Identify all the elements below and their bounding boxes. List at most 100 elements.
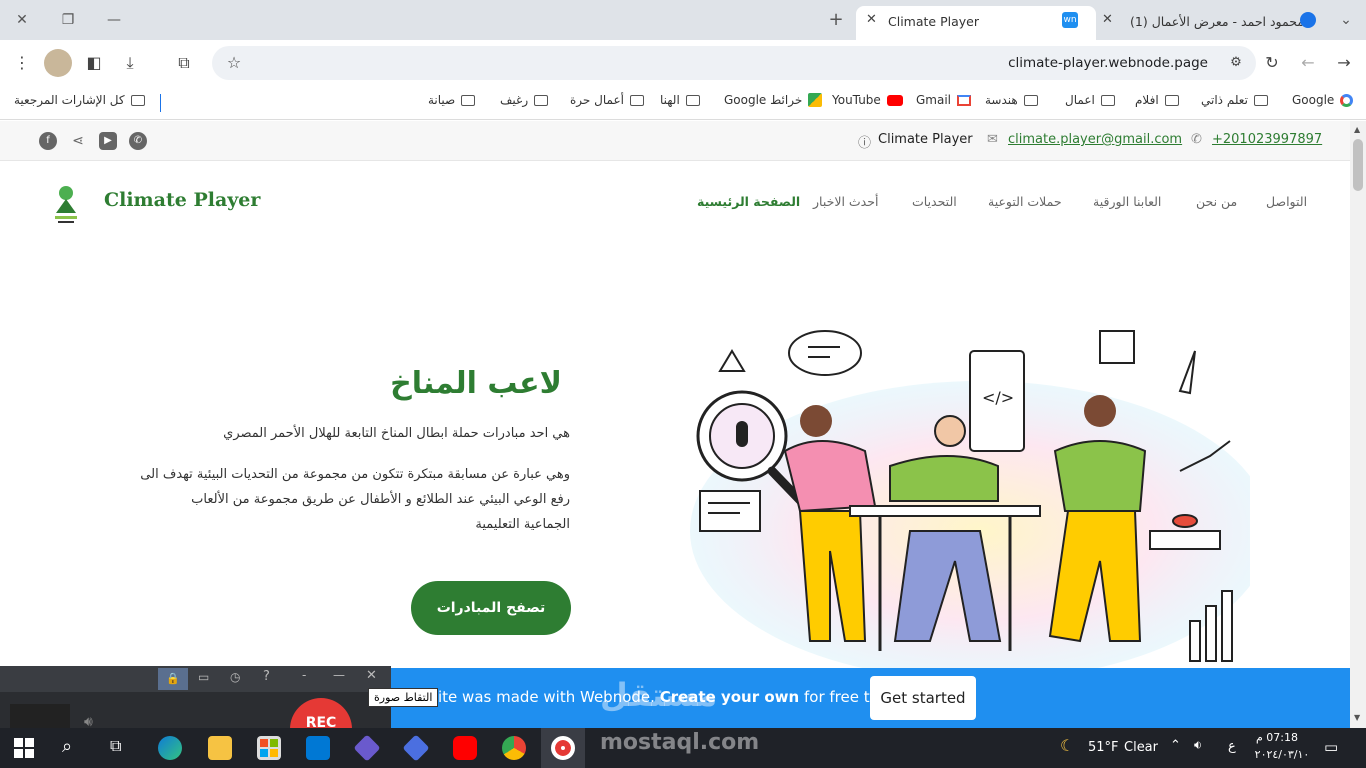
- facebook-icon[interactable]: f: [39, 132, 57, 150]
- mail-icon[interactable]: [306, 736, 330, 760]
- hero-paragraph-2-line-1: وهي عبارة عن مسابقة مبتكرة تتكون من مجمو…: [140, 467, 570, 482]
- tab-climate-player[interactable]: ✕ Climate Player wn: [856, 6, 1096, 40]
- store-icon[interactable]: [257, 736, 281, 760]
- task-view-icon[interactable]: ⧉: [110, 736, 121, 756]
- nav-contact[interactable]: التواصل: [1266, 194, 1307, 209]
- edge-icon[interactable]: [158, 736, 182, 760]
- bookmark-label: Gmail: [916, 93, 952, 107]
- tab-search-chevron-icon[interactable]: ⌄: [1334, 8, 1358, 32]
- search-icon[interactable]: ⌕: [62, 736, 72, 757]
- folder-icon: [534, 94, 549, 106]
- bookmark-alhana[interactable]: الهنا: [660, 93, 700, 107]
- new-tab-button[interactable]: +: [824, 8, 848, 32]
- lock-icon[interactable]: 🔒: [158, 668, 188, 690]
- site-topbar: f ⋖ ▶ ✆ ⓘ Climate Player ✉ climate.playe…: [0, 121, 1350, 161]
- close-window-icon[interactable]: ✕: [10, 8, 34, 32]
- bookmark-aamal[interactable]: اعمال: [1065, 93, 1115, 107]
- restore-window-icon[interactable]: ❐: [56, 8, 80, 32]
- scroll-down-icon[interactable]: ▼: [1354, 713, 1360, 722]
- email-link[interactable]: climate.player@gmail.com: [1008, 132, 1182, 147]
- browse-initiatives-button[interactable]: تصفح المبادرات: [411, 581, 571, 635]
- screen-recorder-panel: 🔒 ▭ ◷ ? - — ✕ 🔊︎ REC التقاط صورة: [0, 666, 439, 738]
- weather-desc[interactable]: Clear: [1124, 740, 1158, 755]
- folder-icon: [461, 94, 476, 106]
- get-started-button[interactable]: Get started: [870, 676, 976, 720]
- bookmark-youtube[interactable]: YouTube: [832, 93, 903, 107]
- youtube-icon[interactable]: [453, 736, 477, 760]
- folder-icon: [1023, 94, 1038, 106]
- address-bar[interactable]: ☆ climate-player.webnode.page ⚙: [212, 46, 1256, 80]
- forward-arrow-icon[interactable]: →: [1330, 49, 1358, 77]
- site-logo[interactable]: [50, 183, 82, 227]
- notifications-icon[interactable]: ▭: [1324, 738, 1338, 756]
- back-arrow-icon[interactable]: ←: [1294, 49, 1322, 77]
- bookmark-label: YouTube: [832, 93, 881, 107]
- bookmark-label: افلام: [1135, 93, 1159, 107]
- svg-text:</>: </>: [982, 388, 1014, 407]
- watermark-arabic: مستقل: [600, 676, 718, 714]
- nav-home[interactable]: الصفحة الرئيسية: [697, 194, 800, 209]
- bookmark-google[interactable]: Google: [1292, 93, 1354, 107]
- windows-start-icon[interactable]: [14, 738, 34, 758]
- bookmark-sayana[interactable]: صيانة: [428, 93, 476, 107]
- scroll-up-icon[interactable]: ▲: [1354, 125, 1360, 134]
- close-icon[interactable]: ✕: [366, 668, 377, 683]
- folder-icon[interactable]: ▭: [198, 670, 209, 684]
- chrome-icon[interactable]: [502, 736, 526, 760]
- tab-close-icon[interactable]: ✕: [866, 12, 877, 27]
- nav-challenges[interactable]: التحديات: [912, 194, 957, 209]
- bookmark-self-learning[interactable]: تعلم ذاتي: [1201, 93, 1268, 107]
- download-icon[interactable]: ⤓: [116, 49, 144, 77]
- minimize-icon[interactable]: —: [333, 668, 345, 682]
- profile-avatar[interactable]: [44, 49, 72, 77]
- clock-time[interactable]: 07:18 م: [1252, 731, 1302, 744]
- phone-link[interactable]: +201023997897: [1212, 132, 1322, 147]
- gmail-icon: [957, 94, 972, 106]
- whatsapp-icon[interactable]: ✆: [129, 132, 147, 150]
- share-icon[interactable]: ⋖: [69, 132, 87, 150]
- url-text[interactable]: climate-player.webnode.page: [1008, 55, 1208, 71]
- site-brand-name[interactable]: Climate Player: [104, 189, 260, 211]
- volume-icon[interactable]: 🔉︎: [1194, 738, 1202, 753]
- bookmark-label: خرائط Google: [724, 93, 803, 107]
- side-panel-icon[interactable]: ◧: [80, 49, 108, 77]
- bookmark-raghif[interactable]: رغيف: [500, 93, 549, 107]
- reload-icon[interactable]: ↻: [1258, 49, 1286, 77]
- recorder-taskbar-icon[interactable]: [551, 736, 575, 760]
- hero-title: لاعب المناخ: [390, 366, 562, 401]
- clock-date[interactable]: ٢٠٢٤/٠٣/١٠: [1252, 748, 1312, 761]
- bookmark-aflam[interactable]: افلام: [1135, 93, 1179, 107]
- bookmark-freelance[interactable]: أعمال حرة: [570, 93, 644, 107]
- nav-paper-games[interactable]: العابنا الورقية: [1093, 194, 1161, 209]
- nav-news[interactable]: أحدث الاخبار: [813, 194, 878, 209]
- clock-icon[interactable]: ◷: [230, 670, 240, 684]
- collapse-icon[interactable]: -: [302, 668, 306, 682]
- topbar-site-name: Climate Player: [878, 132, 973, 147]
- tab-close-icon[interactable]: ✕: [1102, 12, 1113, 27]
- file-explorer-icon[interactable]: [208, 736, 232, 760]
- all-bookmarks-button[interactable]: كل الإشارات المرجعية: [14, 93, 145, 107]
- nav-campaigns[interactable]: حملات التوعية: [988, 194, 1062, 209]
- youtube-icon[interactable]: ▶: [99, 132, 117, 150]
- minimize-window-icon[interactable]: —: [102, 8, 126, 32]
- tab-mostaql[interactable]: ✕ (1) محمود احمد - معرض الأعمال: [1098, 6, 1326, 40]
- tray-chevron-icon[interactable]: ⌃: [1170, 738, 1181, 753]
- bookmark-google-maps[interactable]: خرائط Google: [724, 93, 823, 107]
- site-settings-icon[interactable]: ⚙: [1222, 49, 1250, 77]
- bookmark-handasa[interactable]: هندسة: [985, 93, 1038, 107]
- weather-temp[interactable]: 51°F: [1088, 740, 1119, 755]
- clipchamp-icon[interactable]: [353, 734, 381, 762]
- video-editor-icon[interactable]: [402, 734, 430, 762]
- menu-kebab-icon[interactable]: ⋮: [8, 49, 36, 77]
- bookmark-star-icon[interactable]: ☆: [220, 49, 248, 77]
- language-indicator[interactable]: ع: [1228, 739, 1236, 754]
- bookmark-gmail[interactable]: Gmail: [916, 93, 972, 107]
- mostaql-favicon-icon: [1300, 12, 1316, 28]
- nav-about[interactable]: من نحن: [1196, 194, 1237, 209]
- vertical-scrollbar[interactable]: ▲ ▼: [1350, 121, 1366, 728]
- help-icon[interactable]: ?: [263, 669, 270, 684]
- folder-icon: [685, 94, 700, 106]
- extensions-icon[interactable]: ⧉: [170, 49, 198, 77]
- webnode-favicon-icon: wn: [1062, 12, 1078, 28]
- scrollbar-thumb[interactable]: [1353, 139, 1363, 191]
